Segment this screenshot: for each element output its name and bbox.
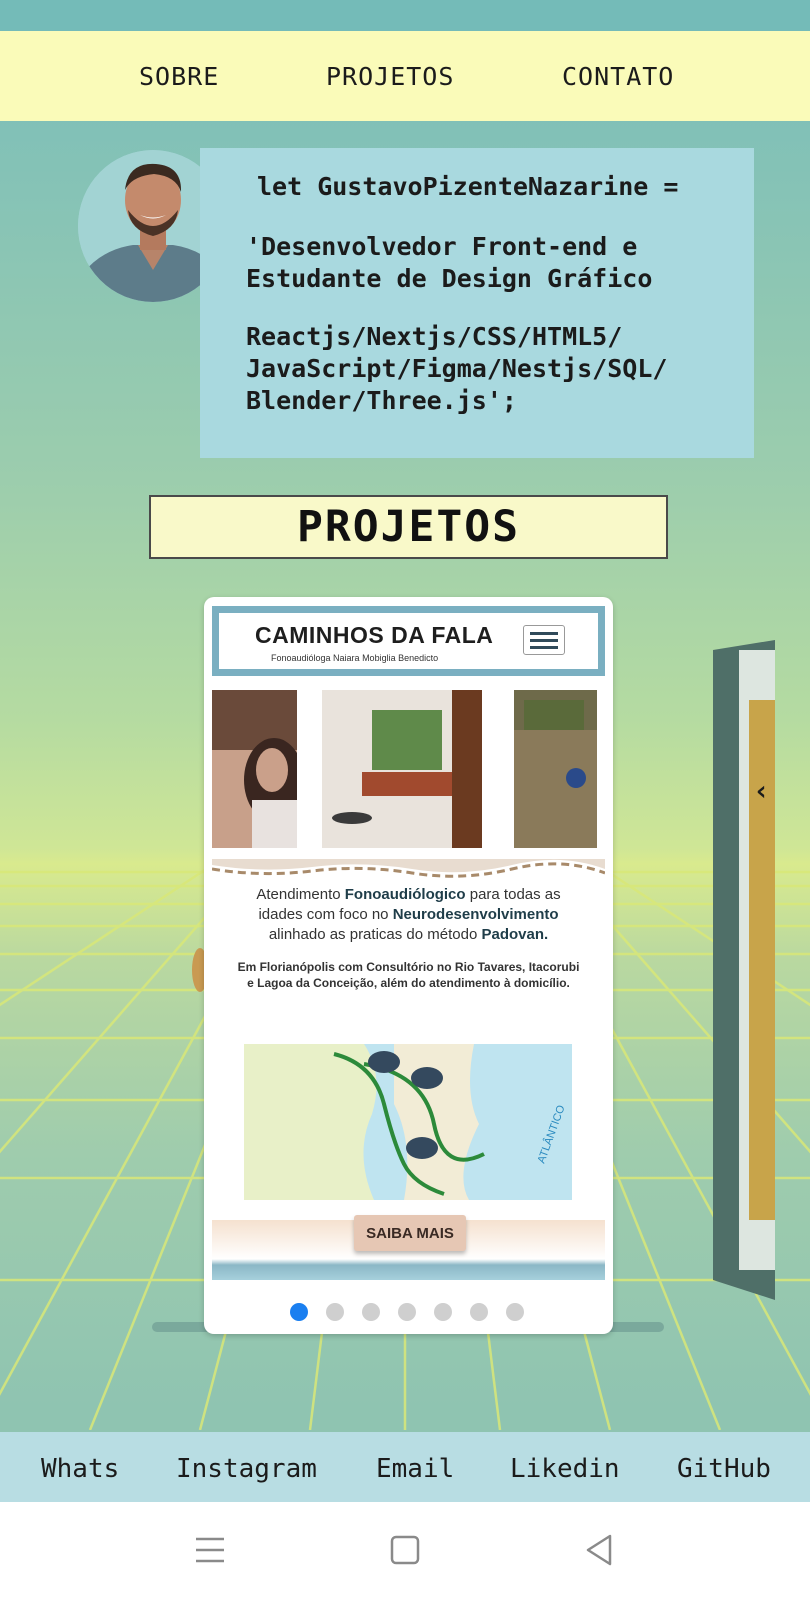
saiba-mais-button[interactable]: SAIBA MAIS bbox=[354, 1215, 466, 1251]
card-locations: Em Florianópolis com Consultório no Rio … bbox=[237, 960, 580, 990]
intro-skills-2: JavaScript/Figma/Nestjs/SQL/ bbox=[246, 354, 668, 383]
link-instagram[interactable]: Instagram bbox=[176, 1454, 317, 1484]
card-photo-1 bbox=[212, 690, 297, 848]
back-triangle-icon[interactable] bbox=[580, 1530, 620, 1570]
top-nav: SOBRE PROJETOS CONTATO bbox=[0, 31, 810, 121]
carousel-dot[interactable] bbox=[506, 1303, 524, 1321]
intro-skills-1: Reactjs/Nextjs/CSS/HTML5/ bbox=[246, 322, 623, 351]
card-photo-3 bbox=[514, 690, 597, 848]
intro-box: let GustavoPizenteNazarine = 'Desenvolve… bbox=[200, 148, 754, 458]
menu-icon[interactable] bbox=[190, 1530, 230, 1570]
card-photo-2 bbox=[322, 690, 482, 848]
nav-projetos[interactable]: PROJETOS bbox=[326, 62, 454, 91]
card-subtitle: Fonoaudióloga Naiara Mobiglia Benedicto bbox=[271, 653, 439, 663]
intro-study: Estudante de Design Gráfico bbox=[246, 264, 653, 293]
intro-role: 'Desenvolvedor Front-end e bbox=[246, 232, 638, 261]
location-map: ATLÂNTICO bbox=[244, 1044, 572, 1200]
carousel-dot[interactable] bbox=[398, 1303, 416, 1321]
card-brand: CAMINHOS DA FALA bbox=[255, 622, 494, 648]
carousel-dot[interactable] bbox=[470, 1303, 488, 1321]
project-card[interactable]: CAMINHOS DA FALA Fonoaudióloga Naiara Mo… bbox=[204, 597, 613, 1334]
link-email[interactable]: Email bbox=[376, 1454, 454, 1484]
system-nav-bar bbox=[0, 1502, 810, 1600]
carousel-dot[interactable] bbox=[326, 1303, 344, 1321]
next-arrow-icon: ‹ bbox=[753, 774, 770, 807]
status-strip bbox=[0, 0, 810, 31]
link-whats[interactable]: Whats bbox=[41, 1454, 119, 1484]
next-project-card[interactable]: ‹ bbox=[713, 640, 775, 1300]
carousel-dot[interactable] bbox=[434, 1303, 452, 1321]
nav-sobre[interactable]: SOBRE bbox=[139, 62, 219, 91]
projects-heading: PROJETOS bbox=[149, 495, 668, 559]
card-site-header: CAMINHOS DA FALA Fonoaudióloga Naiara Mo… bbox=[212, 606, 605, 676]
contact-links: Whats Instagram Email Likedin GitHub bbox=[0, 1432, 810, 1502]
link-linkedin[interactable]: Likedin bbox=[510, 1454, 620, 1484]
link-github[interactable]: GitHub bbox=[677, 1454, 771, 1484]
intro-declaration: let GustavoPizenteNazarine = bbox=[257, 172, 679, 201]
intro-skills-3: Blender/Three.js'; bbox=[246, 386, 517, 415]
card-description: Atendimento Fonoaudiólogico para todas a… bbox=[256, 886, 561, 943]
nav-contato[interactable]: CONTATO bbox=[562, 62, 674, 91]
hamburger-menu-icon bbox=[523, 625, 565, 655]
home-square-icon[interactable] bbox=[385, 1530, 425, 1570]
carousel-dot[interactable] bbox=[362, 1303, 380, 1321]
carousel-dot[interactable] bbox=[290, 1303, 308, 1321]
carousel-dots bbox=[290, 1303, 530, 1323]
